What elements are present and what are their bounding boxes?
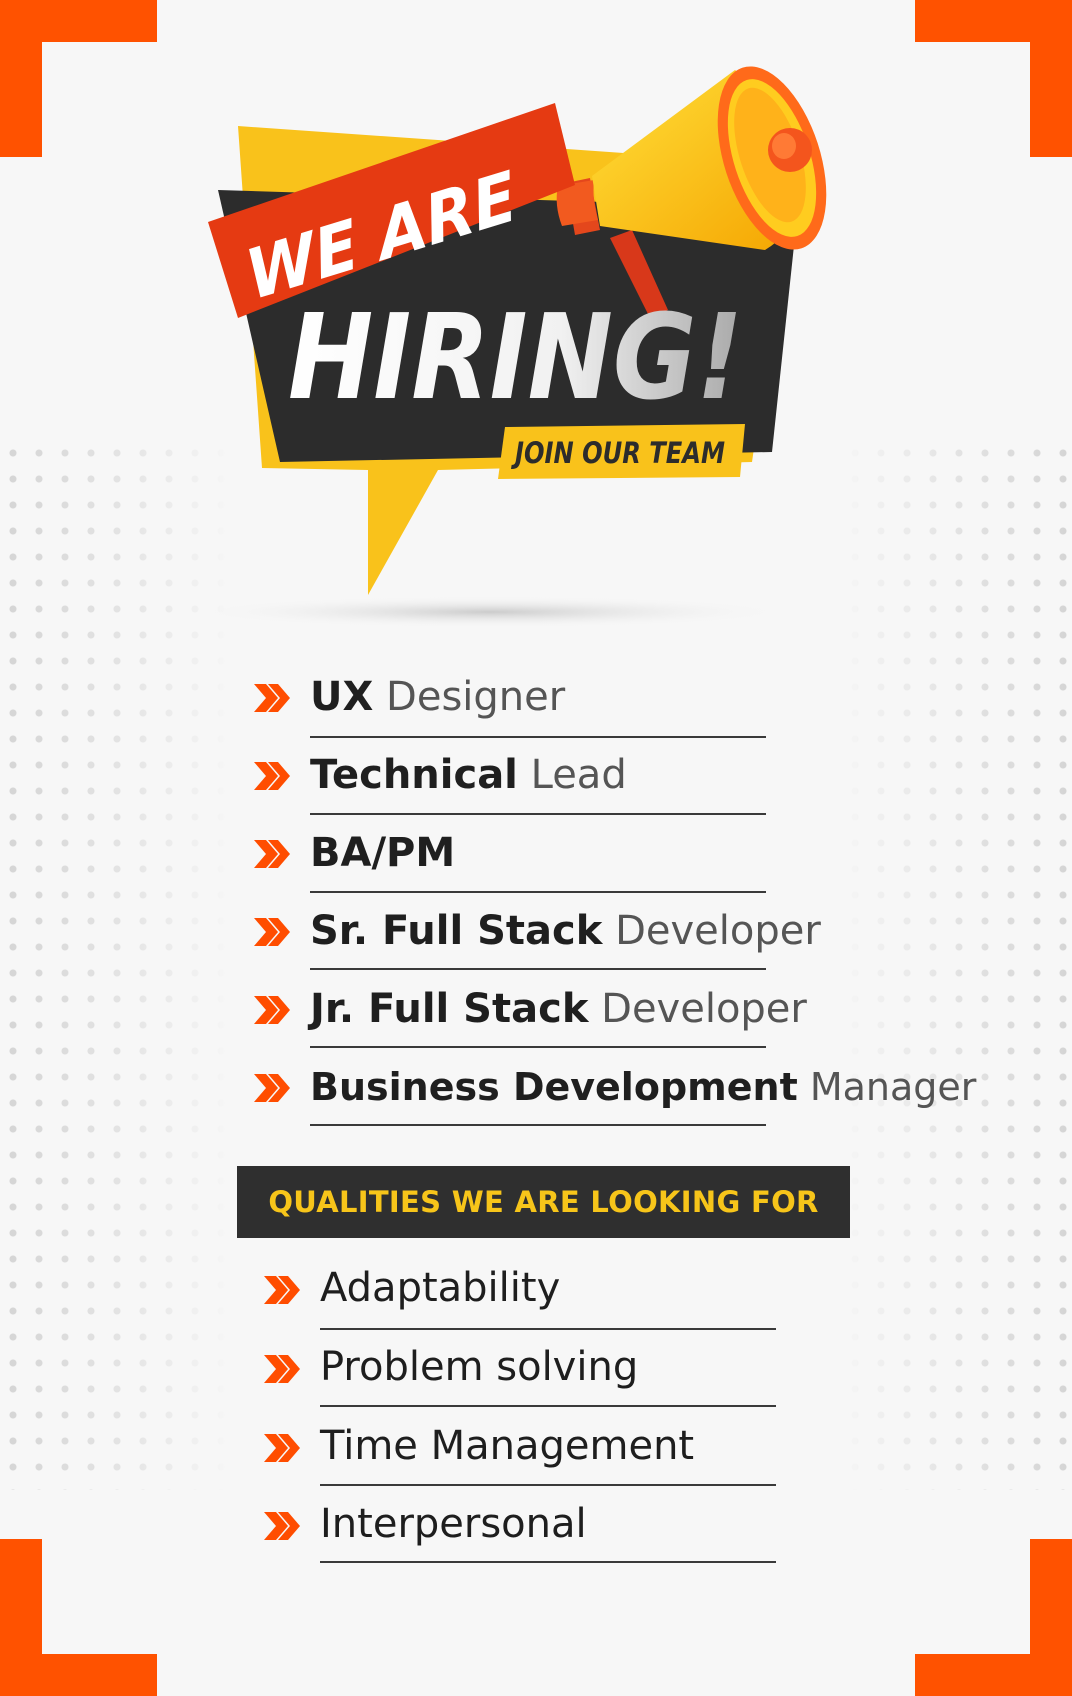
- qualities-heading: QUALITIES WE ARE LOOKING FOR: [268, 1185, 819, 1219]
- double-chevron-right-icon: [254, 996, 290, 1024]
- quality-label: Adaptability: [320, 1265, 561, 1311]
- divider: [320, 1484, 776, 1486]
- qualities-header: QUALITIES WE ARE LOOKING FOR: [237, 1166, 850, 1238]
- quality-label: Time Management: [320, 1423, 695, 1469]
- position-label: Sr. Full Stack Developer: [310, 907, 821, 955]
- corner-bracket-bottom-right: [915, 1539, 1072, 1696]
- double-chevron-right-icon: [254, 840, 290, 868]
- divider: [320, 1328, 776, 1330]
- banner-line2: HIRING!: [288, 288, 743, 426]
- divider: [310, 891, 766, 893]
- position-title-bold: Jr. Full Stack: [310, 986, 589, 1032]
- position-label: BA/PM: [310, 829, 455, 877]
- position-title-bold: Business Development: [310, 1065, 798, 1109]
- double-chevron-right-icon: [254, 684, 290, 712]
- position-label: Technical Lead: [310, 751, 627, 799]
- double-chevron-right-icon: [264, 1512, 300, 1540]
- corner-bracket-bottom-left: [0, 1539, 157, 1696]
- banner-shadow: [190, 596, 790, 628]
- divider: [310, 736, 766, 738]
- position-title-bold: Sr. Full Stack: [310, 908, 603, 954]
- double-chevron-right-icon: [254, 762, 290, 790]
- position-title-light: Lead: [530, 752, 627, 798]
- double-chevron-right-icon: [264, 1434, 300, 1462]
- position-title-bold: BA/PM: [310, 830, 456, 876]
- position-title-bold: Technical: [310, 752, 518, 798]
- divider: [310, 1124, 766, 1126]
- double-chevron-right-icon: [264, 1276, 300, 1304]
- double-chevron-right-icon: [254, 1074, 290, 1102]
- double-chevron-right-icon: [254, 918, 290, 946]
- quality-label: Interpersonal: [320, 1501, 587, 1547]
- position-title-light: Developer: [601, 986, 807, 1032]
- divider: [320, 1405, 776, 1407]
- quality-label: Problem solving: [320, 1344, 639, 1390]
- position-title-bold: UX: [310, 674, 374, 720]
- position-label: UX Designer: [310, 673, 565, 721]
- divider: [320, 1561, 776, 1563]
- position-title-light: Designer: [386, 674, 566, 720]
- position-title-light: Developer: [615, 908, 821, 954]
- hiring-banner: WE ARE HIRING! JOIN OUR TEAM: [190, 66, 827, 628]
- divider: [310, 968, 766, 970]
- double-chevron-right-icon: [264, 1355, 300, 1383]
- position-title-light: Manager: [809, 1065, 977, 1109]
- position-label: Jr. Full Stack Developer: [310, 985, 807, 1033]
- divider: [310, 1046, 766, 1048]
- divider: [310, 813, 766, 815]
- banner-tagline: JOIN OUR TEAM: [511, 436, 725, 470]
- position-label: Business Development Manager: [310, 1063, 976, 1111]
